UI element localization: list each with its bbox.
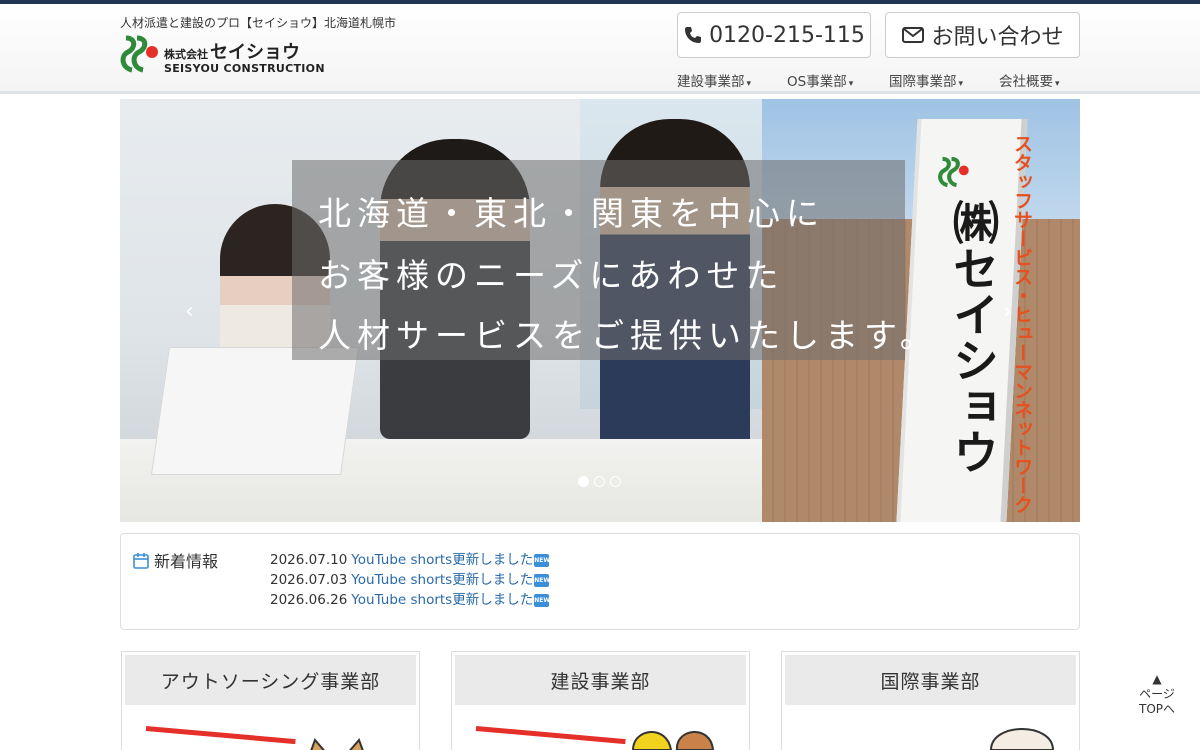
hero-copy-line-1: 北海道・東北・関東を中心に (318, 194, 825, 233)
site-header: 人材派遣と建設のプロ【セイショウ】北海道札幌市 株式会社 セイショウ SEISYO… (0, 4, 1200, 94)
logo-company-name: 株式会社 セイショウ (164, 38, 300, 64)
carousel-dot-3[interactable] (610, 476, 621, 487)
card-international[interactable]: 国際事業部 (781, 651, 1080, 750)
card-accent-line (475, 726, 626, 745)
hero-sign-text: ㈱セイショウ (946, 199, 1000, 475)
card-title: アウトソーシング事業部 (125, 655, 416, 705)
logo-subtitle: SEISYOU CONSTRUCTION (164, 62, 325, 75)
hero-carousel: ㈱セイショウ スタッフサービス・ヒューマンネットワーク 北海道・東北・関東を中心… (120, 99, 1080, 522)
caret-down-icon: ▾ (746, 79, 752, 89)
news-link[interactable]: YouTube shorts更新しました (351, 592, 533, 608)
new-badge-icon: NEW (534, 593, 550, 607)
carousel-dot-2[interactable] (594, 476, 605, 487)
cat-mascot-icon (310, 738, 364, 750)
site-logo[interactable]: 株式会社 セイショウ SEISYOU CONSTRUCTION (120, 32, 325, 78)
contact-button[interactable]: お問い合わせ (885, 12, 1080, 58)
caret-down-icon: ▾ (848, 79, 854, 89)
bird-mascot-icon (989, 728, 1055, 750)
card-construction[interactable]: 建設事業部 (451, 651, 750, 750)
card-title: 建設事業部 (455, 655, 746, 705)
hero-sign-side-text: スタッフサービス・ヒューマンネットワーク (1011, 134, 1033, 514)
logo-prefix: 株式会社 (164, 48, 208, 61)
hero-laptop (151, 347, 359, 475)
carousel-indicators (578, 476, 621, 487)
news-link[interactable]: YouTube shorts更新しました (351, 572, 533, 588)
mascot-helmet-icon (631, 731, 715, 750)
caret-down-icon: ▾ (1055, 79, 1060, 89)
news-date: 2026.06.26 (270, 592, 348, 608)
contact-label: お問い合わせ (931, 25, 1064, 50)
card-outsourcing[interactable]: アウトソーシング事業部 (121, 651, 420, 750)
phone-number: 0120-215-115 (709, 22, 865, 48)
carousel-prev-icon[interactable]: ‹ (185, 299, 194, 324)
page-top-line-1: ページ (1139, 687, 1175, 701)
arrow-up-icon: ▲ (1152, 672, 1162, 686)
nav-international[interactable]: 国際事業部 ▾ (889, 70, 963, 90)
seisyou-logo-icon (938, 156, 969, 188)
news-heading: 新着情報 (133, 548, 218, 572)
news-heading-text: 新着情報 (154, 552, 219, 571)
caret-down-icon: ▾ (958, 79, 964, 89)
news-date: 2026.07.03 (270, 572, 348, 588)
news-date: 2026.07.10 (270, 552, 348, 568)
phone-button[interactable]: 0120-215-115 (677, 12, 871, 58)
new-badge-icon: NEW (534, 573, 550, 587)
news-list: 2026.07.10 YouTube shorts更新しましたNEW 2026.0… (270, 550, 550, 610)
seisyou-logo-icon (120, 35, 158, 73)
page-top-button[interactable]: ▲ ページ TOPへ (1126, 672, 1188, 717)
news-item: 2026.06.26 YouTube shorts更新しましたNEW (270, 590, 550, 610)
hero-copy-line-3: 人材サービスをご提供いたします。 (318, 316, 939, 355)
carousel-dot-1[interactable] (578, 476, 589, 487)
nav-os[interactable]: OS事業部 ▾ (787, 70, 853, 90)
news-item: 2026.07.10 YouTube shorts更新しましたNEW (270, 550, 550, 570)
news-link[interactable]: YouTube shorts更新しました (351, 552, 533, 568)
card-title: 国際事業部 (785, 655, 1076, 705)
news-panel: 新着情報 2026.07.10 YouTube shorts更新しましたNEW 2… (120, 533, 1080, 630)
carousel-next-icon[interactable]: › (1003, 299, 1012, 324)
card-accent-line (145, 726, 296, 745)
page-top-line-2: TOPへ (1138, 702, 1175, 716)
calendar-icon (133, 552, 149, 569)
news-item: 2026.07.03 YouTube shorts更新しましたNEW (270, 570, 550, 590)
phone-icon (685, 27, 702, 43)
hero-copy-line-2: お客様のニーズにあわせた (318, 256, 785, 295)
header-tagline: 人材派遣と建設のプロ【セイショウ】北海道札幌市 (120, 16, 397, 30)
new-badge-icon: NEW (534, 553, 550, 567)
envelope-icon (902, 27, 925, 43)
logo-name-text: セイショウ (210, 42, 300, 63)
nav-company[interactable]: 会社概要 ▾ (999, 70, 1060, 90)
nav-construction[interactable]: 建設事業部 ▾ (677, 70, 751, 90)
